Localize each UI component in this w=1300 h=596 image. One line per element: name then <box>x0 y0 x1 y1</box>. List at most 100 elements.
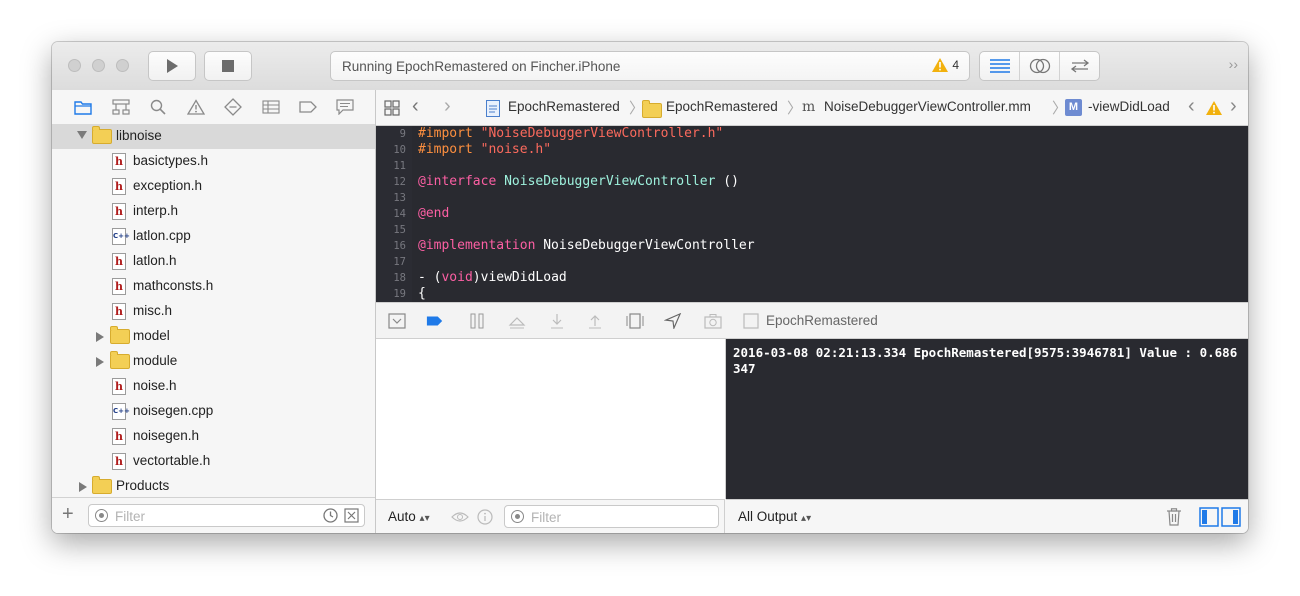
tree-row-file[interactable]: h noise.h <box>52 374 375 399</box>
breadcrumb-group[interactable]: EpochRemastered <box>666 99 778 114</box>
show-variables-pane-icon[interactable] <box>1199 507 1219 527</box>
report-navigator-tab[interactable] <box>336 98 354 116</box>
activity-viewer: Running EpochRemastered on Fincher.iPhon… <box>330 51 970 81</box>
breadcrumb-project[interactable]: EpochRemastered <box>508 99 620 114</box>
simulate-location-icon[interactable] <box>664 313 682 329</box>
tree-row-file[interactable]: h exception.h <box>52 174 375 199</box>
line-number: 11 <box>393 160 406 172</box>
variables-view[interactable] <box>376 339 726 499</box>
header-file-icon: h <box>112 153 126 170</box>
related-items-grid-icon[interactable] <box>384 100 400 116</box>
project-navigator-tab[interactable] <box>74 98 92 116</box>
code-token: "NoiseDebuggerViewController.h" <box>480 126 724 141</box>
tree-row-file[interactable]: h noisegen.h <box>52 424 375 449</box>
code-token: )viewDidLoad <box>472 270 567 285</box>
disclosure-closed-icon[interactable] <box>96 357 104 367</box>
view-hierarchy-debug-icon[interactable] <box>626 313 644 329</box>
info-icon[interactable] <box>477 509 493 525</box>
pause-icon[interactable] <box>468 313 486 329</box>
trash-icon[interactable] <box>1166 508 1182 526</box>
code-line: 15 <box>376 222 1248 238</box>
warning-icon <box>932 58 949 72</box>
step-out-icon[interactable] <box>586 313 604 329</box>
jump-bar: ‹ › EpochRemastered 〉 EpochRemastered 〉 … <box>376 90 1248 126</box>
disclosure-open-icon[interactable] <box>77 131 87 139</box>
tree-row-file[interactable]: h mathconsts.h <box>52 274 375 299</box>
scm-filter-icon[interactable] <box>344 508 359 523</box>
add-file-button[interactable]: + <box>62 503 74 526</box>
toolbar-overflow-chevron-icon[interactable]: ›› <box>1229 56 1238 72</box>
tree-row-model[interactable]: model <box>52 324 375 349</box>
xcode-window: Running EpochRemastered on Fincher.iPhon… <box>52 42 1248 533</box>
previous-issue-chevron-icon[interactable]: ‹ <box>1188 95 1195 118</box>
warning-icon[interactable] <box>1206 101 1222 115</box>
variables-scope-select[interactable]: Auto ▴▾ <box>388 509 430 524</box>
test-navigator-tab[interactable] <box>224 98 242 116</box>
warning-indicator[interactable]: 4 <box>932 58 959 72</box>
navigator-filter-input[interactable]: Filter <box>88 504 365 527</box>
tree-row-file[interactable]: C++ latlon.cpp <box>52 224 375 249</box>
code-line: 17 <box>376 254 1248 270</box>
tree-row-module[interactable]: module <box>52 349 375 374</box>
variables-filter-input[interactable]: Filter <box>504 505 719 528</box>
tree-row-file[interactable]: C++ noisegen.cpp <box>52 399 375 424</box>
breakpoint-navigator-tab[interactable] <box>299 98 317 116</box>
camera-icon[interactable] <box>704 313 722 329</box>
navigator-filter-bar: + Filter <box>52 497 375 533</box>
forward-chevron-icon[interactable]: › <box>444 95 451 118</box>
warning-count: 4 <box>952 58 959 72</box>
cpp-file-icon: C++ <box>112 403 130 420</box>
issue-navigator-tab[interactable] <box>187 98 205 116</box>
eye-icon[interactable] <box>451 510 469 524</box>
breadcrumb-method[interactable]: -viewDidLoad <box>1088 99 1170 114</box>
symbol-navigator-tab[interactable] <box>112 98 130 116</box>
tree-row-label: exception.h <box>133 178 203 193</box>
filter-icon <box>511 510 524 523</box>
minimize-window-button[interactable] <box>92 59 105 72</box>
updown-chevron-icon: ▴▾ <box>419 513 430 524</box>
folder-icon <box>110 326 130 344</box>
tree-row-file[interactable]: h latlon.h <box>52 249 375 274</box>
stop-button[interactable] <box>204 51 252 81</box>
code-line: 18 - (void)viewDidLoad <box>376 270 1248 286</box>
run-button[interactable] <box>148 51 196 81</box>
breakpoints-toggle-icon[interactable] <box>426 313 444 329</box>
next-issue-chevron-icon[interactable]: › <box>1230 95 1237 118</box>
assistant-editor-button[interactable] <box>1020 52 1060 80</box>
variables-scope-value: Auto <box>388 509 416 524</box>
console-output-select[interactable]: All Output ▴▾ <box>738 509 811 524</box>
process-target-icon <box>743 313 759 329</box>
show-console-pane-icon[interactable] <box>1221 507 1241 527</box>
header-file-icon: h <box>112 303 126 320</box>
tree-row-file[interactable]: h misc.h <box>52 299 375 324</box>
disclosure-closed-icon[interactable] <box>79 482 87 492</box>
tree-row-label: noise.h <box>133 378 177 393</box>
breadcrumb-file[interactable]: NoiseDebuggerViewController.mm <box>824 99 1031 114</box>
project-navigator: libnoise h basictypes.h h exception.h h … <box>52 90 376 533</box>
debug-navigator-tab[interactable] <box>262 98 280 116</box>
tree-row-products[interactable]: Products <box>52 474 375 498</box>
clock-icon[interactable] <box>323 508 338 523</box>
version-editor-icon <box>1070 59 1089 73</box>
source-editor[interactable]: 9 #import "NoiseDebuggerViewController.h"… <box>376 126 1248 302</box>
step-into-icon[interactable] <box>548 313 566 329</box>
tree-row-libnoise[interactable]: libnoise <box>52 124 375 149</box>
console-view[interactable]: 2016-03-08 02:21:13.334 EpochRemastered[… <box>726 339 1248 499</box>
disclosure-closed-icon[interactable] <box>96 332 104 342</box>
tree-row-label: noisegen.cpp <box>133 403 214 418</box>
close-window-button[interactable] <box>68 59 81 72</box>
standard-editor-button[interactable] <box>980 52 1020 80</box>
find-navigator-tab[interactable] <box>149 98 167 116</box>
hide-debug-area-icon[interactable] <box>388 313 406 329</box>
tree-row-file[interactable]: h interp.h <box>52 199 375 224</box>
back-chevron-icon[interactable]: ‹ <box>412 95 419 118</box>
console-filter-bar: All Output ▴▾ <box>726 499 1248 533</box>
code-token: "noise.h" <box>480 142 552 157</box>
step-over-icon[interactable] <box>508 313 526 329</box>
variables-filter-placeholder: Filter <box>531 510 561 525</box>
zoom-window-button[interactable] <box>116 59 129 72</box>
objc-file-icon: m <box>802 99 816 115</box>
version-editor-button[interactable] <box>1060 52 1099 80</box>
tree-row-file[interactable]: h basictypes.h <box>52 149 375 174</box>
tree-row-file[interactable]: h vectortable.h <box>52 449 375 474</box>
